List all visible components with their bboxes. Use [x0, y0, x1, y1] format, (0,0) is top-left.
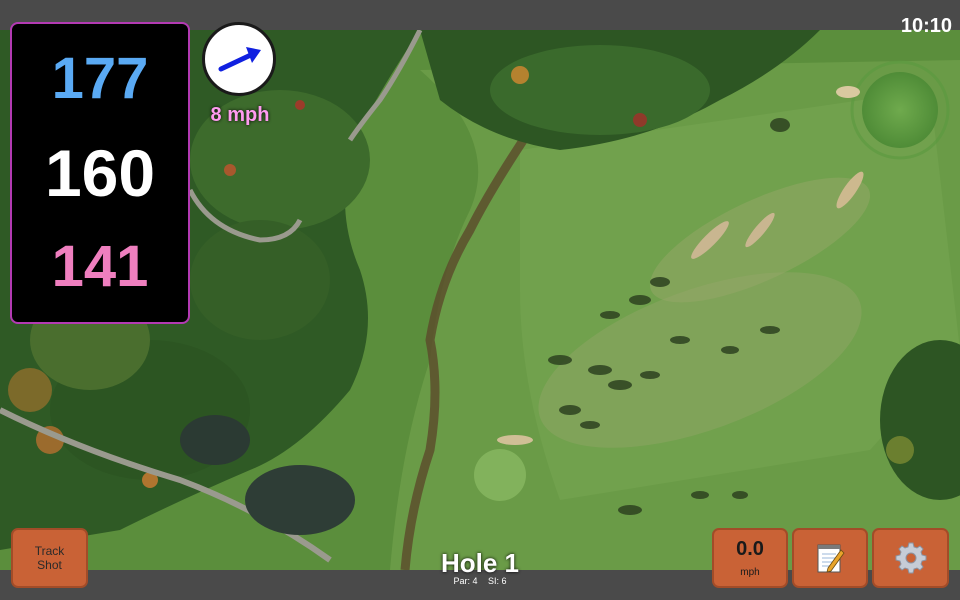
shot-speed-value: 0.0 [736, 538, 764, 560]
gear-icon [895, 542, 926, 574]
hole-par: Par: 4 [453, 576, 478, 586]
back-yardage: 177 [51, 46, 149, 111]
middle-yardage: 160 [44, 136, 156, 210]
hole-details: Par: 4 SI: 6 [380, 576, 580, 586]
hole-title: Hole 1 [440, 548, 520, 578]
golf-gps-screen: 10:10 177 160 141 8 mph Track Shot Hole … [0, 0, 960, 600]
notepad-icon [817, 544, 845, 573]
track-shot-button[interactable]: Track Shot [11, 528, 88, 588]
front-yardage: 141 [51, 234, 149, 299]
hole-stroke-index: SI: 6 [488, 576, 507, 586]
track-shot-label-line2: Shot [37, 558, 62, 572]
shot-speed-unit: mph [740, 567, 760, 578]
track-shot-label-line1: Track [34, 543, 65, 558]
wind-speed: 8 mph [210, 104, 270, 126]
clock: 10:10 [900, 15, 952, 37]
shot-speed-button[interactable]: 0.0 mph [712, 528, 788, 588]
yardage-panel: 177 160 141 [10, 22, 190, 324]
wind-dial [202, 22, 276, 96]
scorecard-notes-button[interactable] [792, 528, 868, 588]
arrow-icon [218, 47, 261, 72]
settings-button[interactable] [872, 528, 949, 588]
